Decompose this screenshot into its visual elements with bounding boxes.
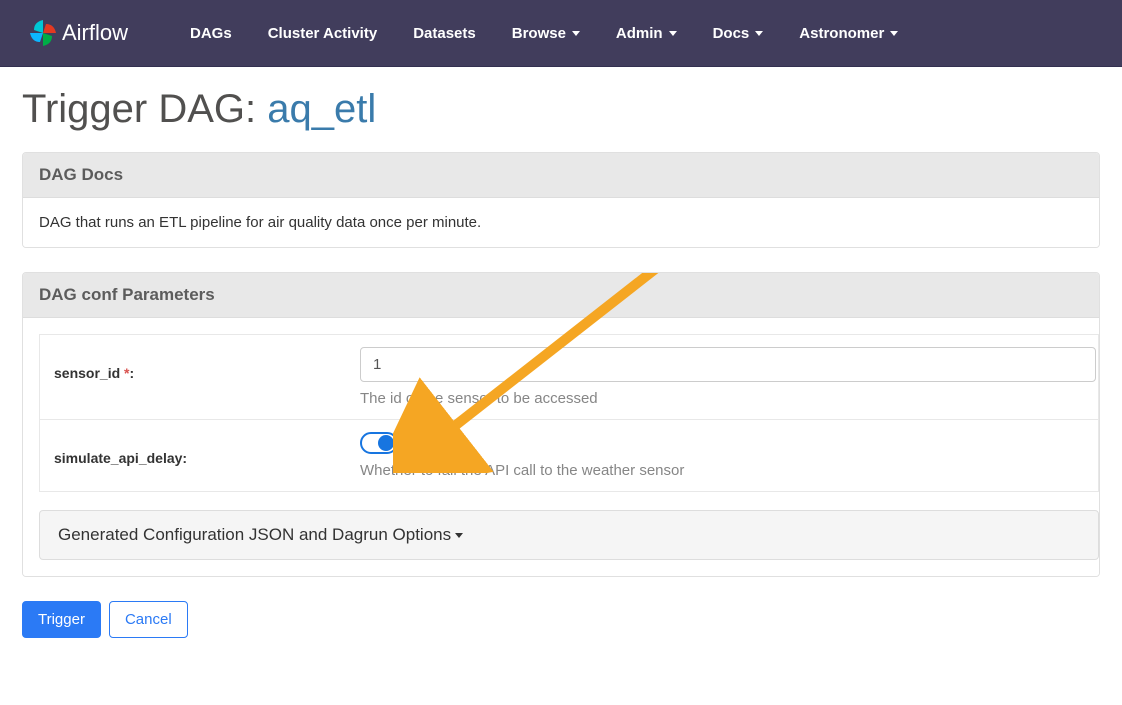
param-row-simulate-api-delay: simulate_api_delay: Whether to fail the … (39, 420, 1099, 492)
cancel-button[interactable]: Cancel (109, 601, 188, 638)
nav-browse[interactable]: Browse (494, 15, 598, 52)
param-row-sensor-id: sensor_id *: The id of the sensor to be … (39, 334, 1099, 420)
chevron-down-icon (572, 31, 580, 36)
toggle-knob (378, 435, 394, 451)
dag-conf-panel: DAG conf Parameters sensor_id *: The id … (22, 272, 1100, 577)
trigger-button[interactable]: Trigger (22, 601, 101, 638)
sensor-id-label: sensor_id *: (40, 335, 358, 419)
dag-docs-body: DAG that runs an ETL pipeline for air qu… (23, 198, 1099, 247)
chevron-down-icon (755, 31, 763, 36)
generated-config-collapse[interactable]: Generated Configuration JSON and Dagrun … (39, 510, 1099, 560)
nav-cluster-activity[interactable]: Cluster Activity (250, 15, 395, 52)
nav-items: DAGs Cluster Activity Datasets Browse Ad… (172, 15, 916, 52)
chevron-down-icon (669, 31, 677, 36)
simulate-api-delay-toggle[interactable] (360, 432, 398, 454)
pinwheel-icon (28, 18, 58, 48)
page-title: Trigger DAG: aq_etl (22, 87, 1100, 132)
simulate-api-delay-label: simulate_api_delay: (40, 420, 358, 491)
dag-docs-heading: DAG Docs (23, 153, 1099, 198)
dag-name: aq_etl (267, 87, 376, 131)
simulate-api-delay-help: Whether to fail the API call to the weat… (360, 462, 1096, 479)
action-buttons: Trigger Cancel (22, 601, 1100, 638)
nav-dags[interactable]: DAGs (172, 15, 250, 52)
sensor-id-help: The id of the sensor to be accessed (360, 390, 1096, 407)
chevron-down-icon (890, 31, 898, 36)
top-navbar: Airflow DAGs Cluster Activity Datasets B… (0, 0, 1122, 67)
chevron-down-icon (455, 533, 463, 538)
nav-docs[interactable]: Docs (695, 15, 782, 52)
dag-docs-panel: DAG Docs DAG that runs an ETL pipeline f… (22, 152, 1100, 248)
airflow-logo[interactable]: Airflow (28, 18, 128, 48)
nav-astronomer[interactable]: Astronomer (781, 15, 916, 52)
dag-conf-heading: DAG conf Parameters (23, 273, 1099, 318)
brand-text: Airflow (62, 20, 128, 46)
nav-admin[interactable]: Admin (598, 15, 695, 52)
sensor-id-input[interactable] (360, 347, 1096, 382)
nav-datasets[interactable]: Datasets (395, 15, 494, 52)
